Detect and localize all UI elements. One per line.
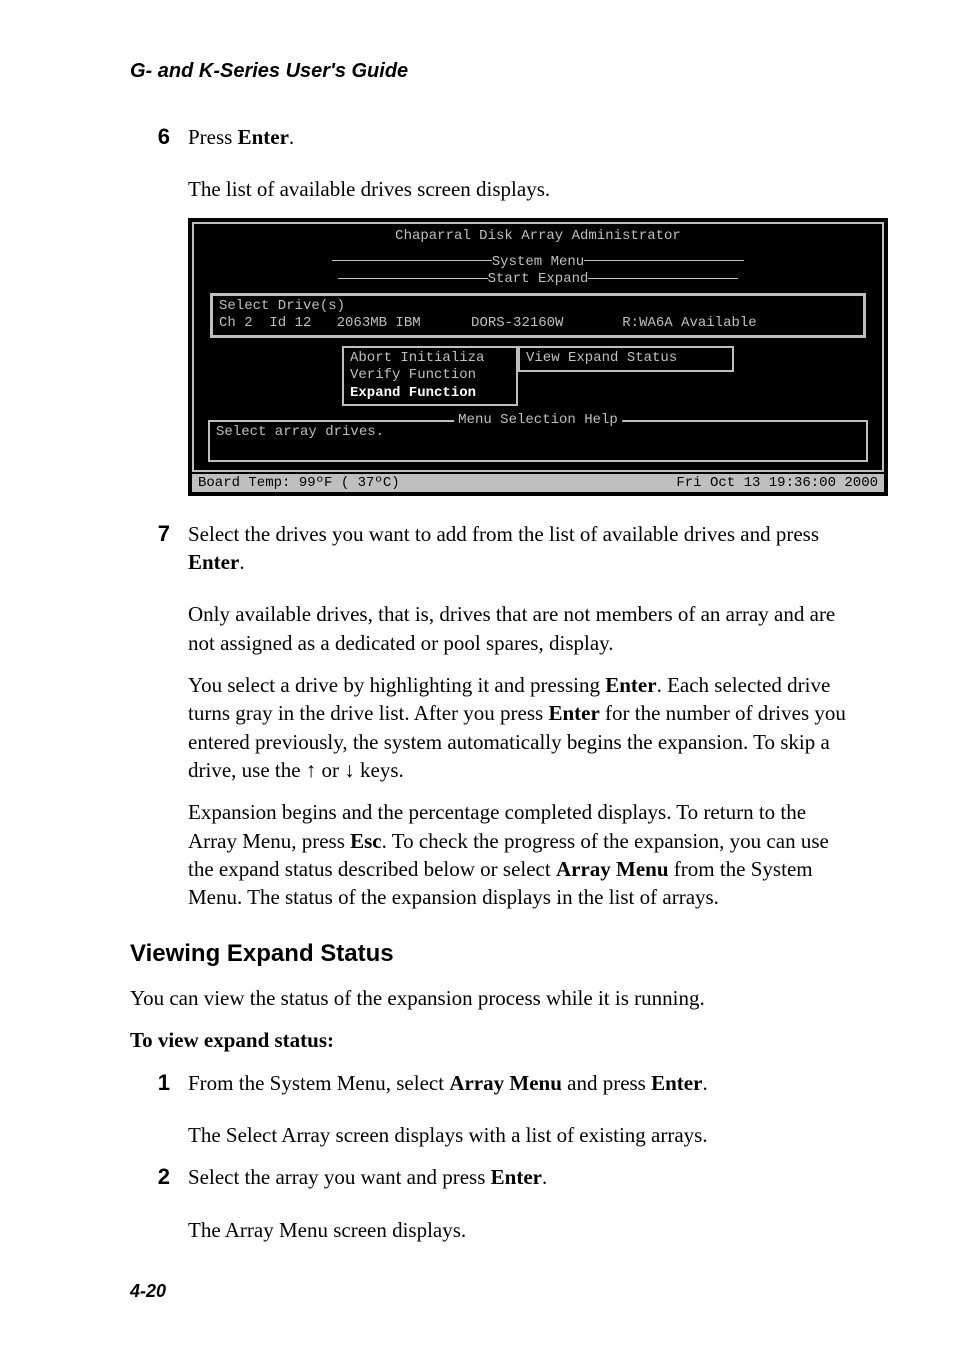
text: You select a drive by highlighting it an… — [188, 673, 605, 697]
text: Select the drives you want to add from t… — [188, 522, 819, 546]
step-text: From the System Menu, select Array Menu … — [188, 1069, 854, 1097]
step-number: 1 — [130, 1070, 188, 1096]
view-expand-box: View Expand Status — [518, 346, 734, 372]
view-step-1: 1 From the System Menu, select Array Men… — [130, 1069, 854, 1111]
step-after-text: The list of available drives screen disp… — [188, 175, 854, 203]
view-step1-after: The Select Array screen displays with a … — [188, 1121, 854, 1149]
text: and press — [562, 1071, 651, 1095]
text: . — [239, 550, 244, 574]
key-esc: Esc — [350, 829, 382, 853]
key-enter: Enter — [651, 1071, 702, 1095]
step-number: 7 — [130, 521, 188, 547]
function-row: Abort Initializa Verify Function Expand … — [230, 342, 846, 411]
step7-p3: You select a drive by highlighting it an… — [188, 671, 854, 784]
select-drives-box: Select Drive(s) Ch 2 Id 12 2063MB IBM DO… — [210, 293, 866, 338]
view-intro: You can view the status of the expansion… — [130, 984, 854, 1012]
status-right: Fri Oct 13 19:36:00 2000 — [676, 475, 878, 491]
system-menu-label: System Menu — [230, 254, 846, 272]
step-number: 6 — [130, 124, 188, 150]
abort-line: Abort Initializa — [350, 350, 510, 368]
view-heading: To view expand status: — [130, 1026, 854, 1054]
step-text: Select the drives you want to add from t… — [188, 520, 854, 577]
start-expand-label: Start Expand — [230, 271, 846, 289]
key-enter: Enter — [238, 125, 289, 149]
expand-line: Expand Function — [350, 385, 510, 403]
key-enter: Enter — [548, 701, 599, 725]
page-number: 4-20 — [130, 1281, 166, 1302]
step7-p4: Expansion begins and the percentage comp… — [188, 798, 854, 911]
step-7: 7 Select the drives you want to add from… — [130, 520, 854, 591]
terminal-title: Chaparral Disk Array Administrator — [200, 228, 876, 244]
status-bar: Board Temp: 99ºF ( 37ºC) Fri Oct 13 19:3… — [192, 474, 884, 492]
view-expand-label: View Expand Status — [526, 350, 726, 368]
terminal-body: System Menu Start Expand Select Drive(s)… — [230, 254, 846, 411]
help-label: Menu Selection Help — [454, 412, 622, 428]
status-left: Board Temp: 99ºF ( 37ºC) — [198, 475, 400, 491]
drive-row: Ch 2 Id 12 2063MB IBM DORS-32160W R:WA6A… — [219, 315, 857, 333]
text: . — [542, 1165, 547, 1189]
text: Press — [188, 125, 238, 149]
select-drives-label: Select Drive(s) — [219, 298, 857, 316]
step-number: 2 — [130, 1164, 188, 1190]
functions-box: Abort Initializa Verify Function Expand … — [342, 346, 518, 407]
text: . — [289, 125, 294, 149]
step-6: 6 Press Enter. — [130, 123, 854, 165]
terminal-screenshot: Chaparral Disk Array Administrator Syste… — [188, 218, 888, 496]
step-text: Press Enter. — [188, 123, 854, 151]
array-menu: Array Menu — [449, 1071, 562, 1095]
key-enter: Enter — [188, 550, 239, 574]
step-text: Select the array you want and press Ente… — [188, 1163, 854, 1191]
view-step-2: 2 Select the array you want and press En… — [130, 1163, 854, 1205]
text: From the System Menu, select — [188, 1071, 449, 1095]
key-enter: Enter — [491, 1165, 542, 1189]
text: Start Expand — [488, 271, 589, 287]
text: Select the array you want and press — [188, 1165, 491, 1189]
verify-line: Verify Function — [350, 367, 510, 385]
text: . — [702, 1071, 707, 1095]
page-header: G- and K-Series User's Guide — [130, 60, 854, 83]
page: G- and K-Series User's Guide 6 Press Ent… — [0, 0, 954, 1352]
help-box: Menu Selection Help Select array drives. — [208, 420, 868, 462]
array-menu: Array Menu — [556, 857, 669, 881]
text: System Menu — [492, 254, 584, 270]
terminal-inner: Chaparral Disk Array Administrator Syste… — [192, 222, 884, 472]
key-enter: Enter — [605, 673, 656, 697]
section-heading: Viewing Expand Status — [130, 940, 854, 968]
step7-p2: Only available drives, that is, drives t… — [188, 600, 854, 657]
view-step2-after: The Array Menu screen displays. — [188, 1216, 854, 1244]
